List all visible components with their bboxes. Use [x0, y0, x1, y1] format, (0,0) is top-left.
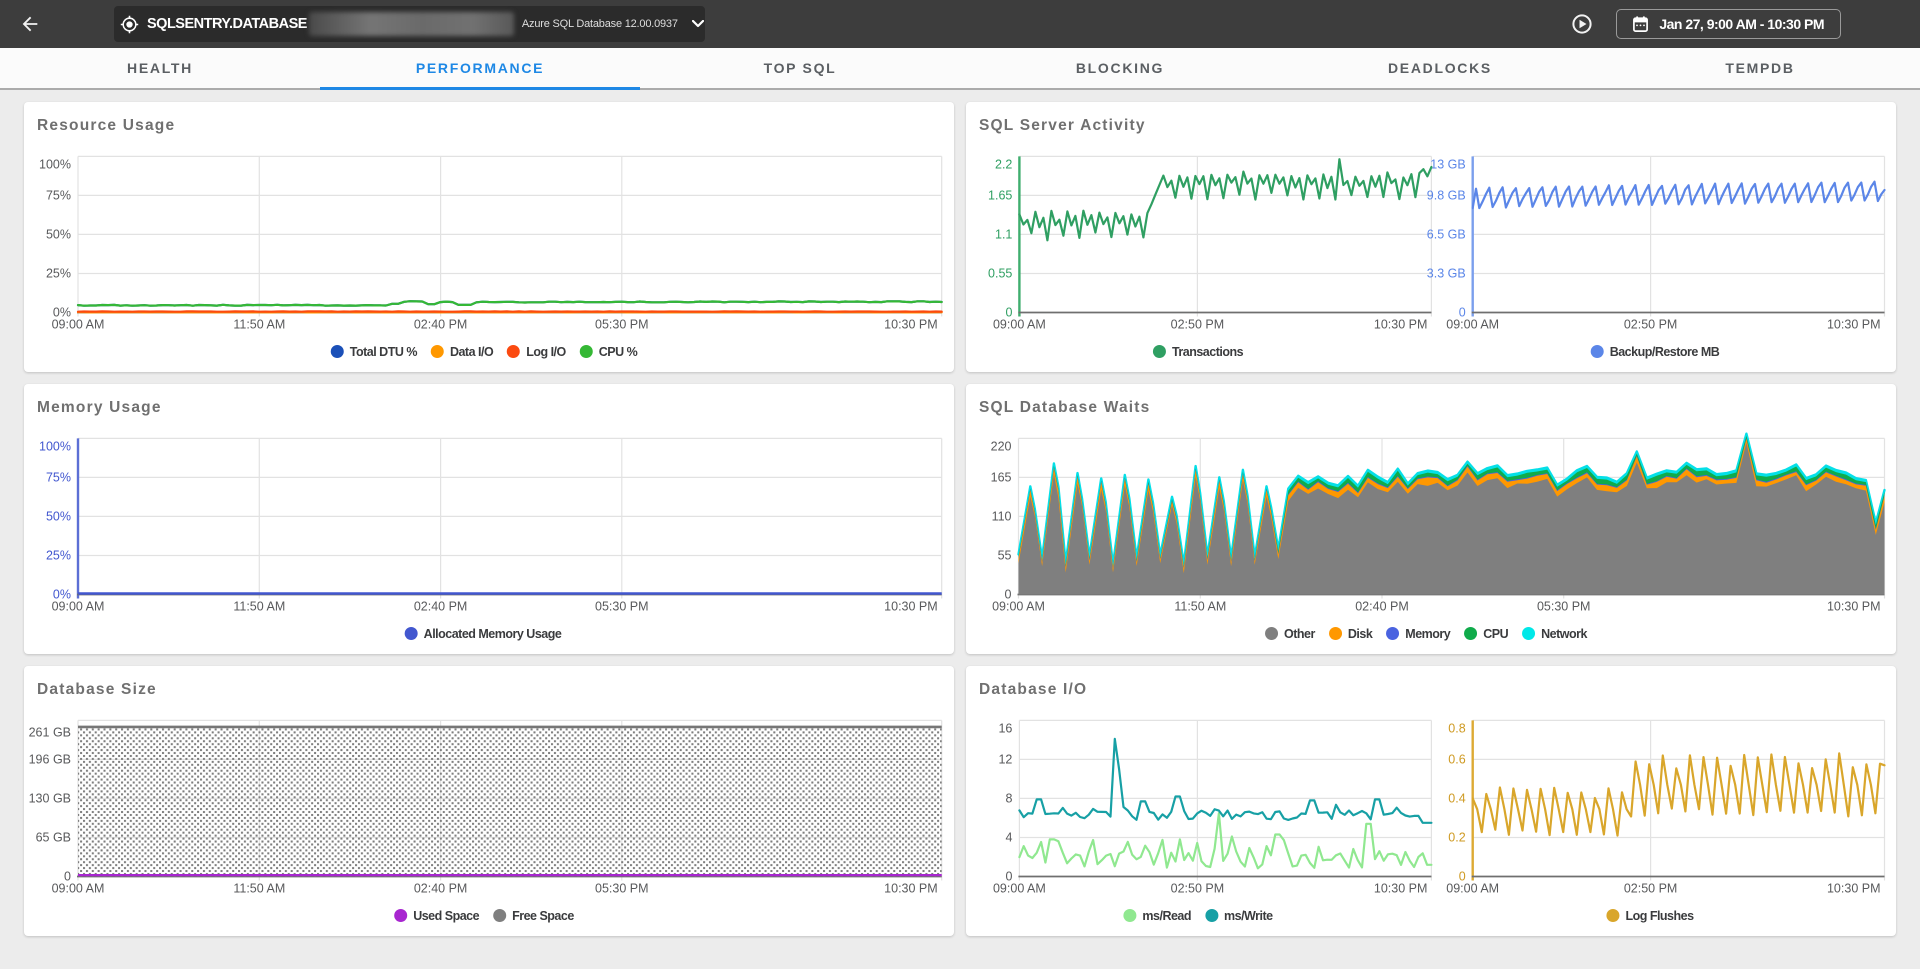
svg-text:10:30 PM: 10:30 PM — [1827, 600, 1881, 614]
svg-text:02:50 PM: 02:50 PM — [1624, 318, 1678, 332]
svg-text:02:40 PM: 02:40 PM — [414, 318, 468, 332]
svg-text:10:30 PM: 10:30 PM — [884, 318, 938, 332]
svg-text:09:00 AM: 09:00 AM — [993, 318, 1046, 332]
svg-text:11:50 AM: 11:50 AM — [233, 882, 285, 896]
svg-text:09:00 AM: 09:00 AM — [1446, 882, 1499, 896]
svg-text:196 GB: 196 GB — [29, 753, 71, 767]
svg-text:130 GB: 130 GB — [29, 792, 71, 806]
svg-text:0.8: 0.8 — [1448, 722, 1465, 736]
svg-text:10:30 PM: 10:30 PM — [1827, 318, 1881, 332]
svg-text:02:40 PM: 02:40 PM — [414, 600, 468, 614]
svg-text:1.65: 1.65 — [988, 189, 1012, 203]
svg-text:02:40 PM: 02:40 PM — [1355, 600, 1409, 614]
svg-text:0.4: 0.4 — [1448, 792, 1465, 806]
svg-text:12: 12 — [998, 753, 1012, 767]
svg-text:13 GB: 13 GB — [1430, 158, 1465, 172]
svg-text:10:30 PM: 10:30 PM — [1374, 882, 1428, 896]
svg-text:261 GB: 261 GB — [29, 726, 71, 740]
svg-text:50%: 50% — [46, 228, 71, 242]
svg-text:16: 16 — [998, 722, 1012, 736]
svg-text:10:30 PM: 10:30 PM — [884, 600, 938, 614]
svg-text:110: 110 — [992, 510, 1012, 524]
svg-text:11:50 AM: 11:50 AM — [233, 318, 285, 332]
svg-text:0.2: 0.2 — [1448, 831, 1465, 845]
svg-text:09:00 AM: 09:00 AM — [992, 600, 1045, 614]
svg-text:9.8 GB: 9.8 GB — [1427, 189, 1466, 203]
svg-text:4: 4 — [1005, 831, 1012, 845]
svg-text:02:50 PM: 02:50 PM — [1171, 318, 1225, 332]
svg-text:10:30 PM: 10:30 PM — [1374, 318, 1428, 332]
svg-text:2.2: 2.2 — [995, 158, 1012, 172]
svg-text:65 GB: 65 GB — [36, 831, 71, 845]
svg-text:165: 165 — [991, 471, 1012, 485]
svg-text:55: 55 — [998, 549, 1012, 563]
svg-text:1.1: 1.1 — [995, 228, 1012, 242]
svg-text:09:00 AM: 09:00 AM — [52, 318, 105, 332]
svg-text:100%: 100% — [39, 440, 71, 454]
svg-text:10:30 PM: 10:30 PM — [884, 882, 938, 896]
svg-text:02:50 PM: 02:50 PM — [1171, 882, 1225, 896]
svg-text:09:00 AM: 09:00 AM — [1446, 318, 1499, 332]
svg-text:100%: 100% — [39, 158, 71, 172]
svg-text:220: 220 — [991, 440, 1012, 454]
svg-text:6.5 GB: 6.5 GB — [1427, 228, 1466, 242]
svg-text:75%: 75% — [46, 471, 71, 485]
svg-text:02:40 PM: 02:40 PM — [414, 882, 468, 896]
svg-text:05:30 PM: 05:30 PM — [1537, 600, 1591, 614]
svg-text:50%: 50% — [46, 510, 71, 524]
svg-text:09:00 AM: 09:00 AM — [52, 882, 105, 896]
svg-text:05:30 PM: 05:30 PM — [595, 882, 649, 896]
svg-text:11:50 AM: 11:50 AM — [1174, 600, 1226, 614]
svg-text:09:00 AM: 09:00 AM — [993, 882, 1046, 896]
svg-text:8: 8 — [1005, 792, 1012, 806]
svg-text:0.6: 0.6 — [1448, 753, 1465, 767]
svg-text:25%: 25% — [46, 549, 71, 563]
svg-text:05:30 PM: 05:30 PM — [595, 600, 649, 614]
svg-text:75%: 75% — [46, 189, 71, 203]
svg-text:02:50 PM: 02:50 PM — [1624, 882, 1678, 896]
svg-text:10:30 PM: 10:30 PM — [1827, 882, 1881, 896]
svg-text:11:50 AM: 11:50 AM — [233, 600, 285, 614]
svg-text:3.3 GB: 3.3 GB — [1427, 267, 1466, 281]
svg-text:0.55: 0.55 — [988, 267, 1012, 281]
svg-text:25%: 25% — [46, 267, 71, 281]
svg-text:05:30 PM: 05:30 PM — [595, 318, 649, 332]
svg-text:09:00 AM: 09:00 AM — [52, 600, 105, 614]
